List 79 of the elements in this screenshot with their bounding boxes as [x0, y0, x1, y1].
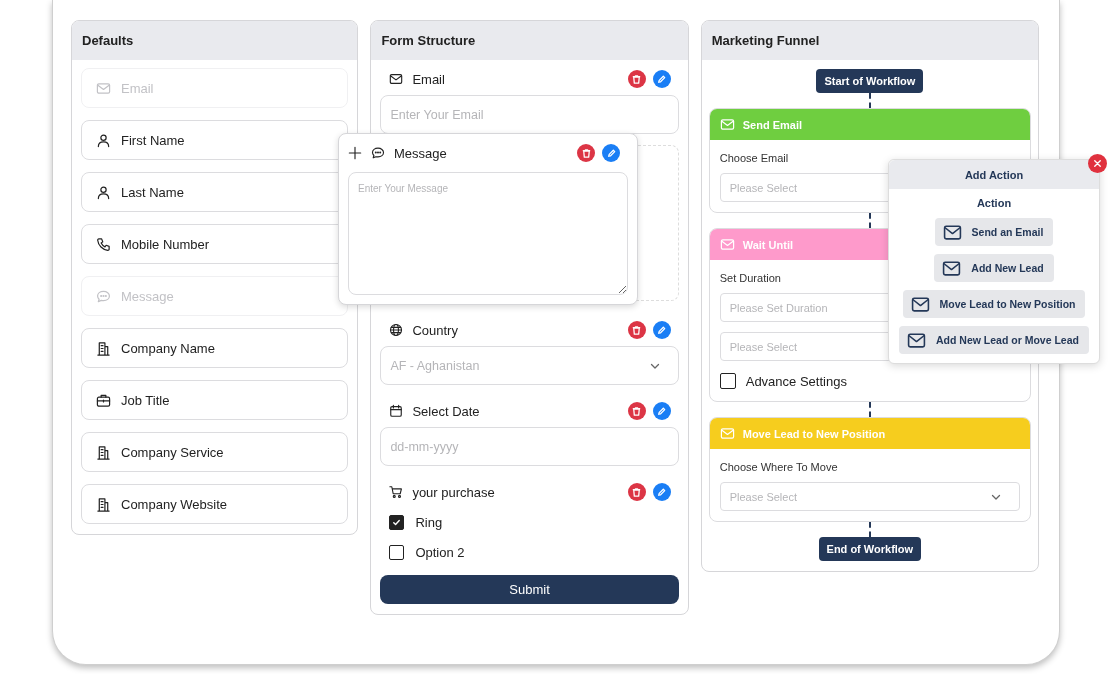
edit-button[interactable] — [602, 144, 620, 162]
step-title: Wait Until — [742, 238, 794, 251]
input-field[interactable]: Enter Your Email — [380, 95, 679, 134]
mail-icon — [719, 117, 735, 132]
workflow-end-badge: End of Workflow — [818, 537, 922, 561]
panel-title: Form Structure — [381, 33, 476, 48]
close-icon — [1092, 158, 1103, 169]
chat-icon — [371, 146, 385, 160]
field-label: Set Duration — [719, 272, 782, 284]
mail-icon — [942, 223, 962, 241]
field-label: Message — [394, 145, 448, 161]
person-icon — [96, 132, 111, 148]
field-item[interactable]: Company Service — [81, 432, 349, 472]
mail-icon — [910, 295, 930, 313]
checkbox[interactable] — [719, 373, 736, 389]
workflow-start-badge: Start of Workflow — [816, 69, 924, 93]
building-icon — [96, 444, 111, 460]
pencil-icon — [656, 405, 668, 417]
building-icon — [96, 496, 111, 512]
delete-button[interactable] — [577, 144, 595, 162]
field-item[interactable]: Company Name — [81, 328, 349, 368]
panel-title: Defaults — [82, 33, 134, 48]
chat-icon — [96, 288, 111, 304]
action-button[interactable]: Send an Email — [934, 218, 1054, 246]
pencil-icon — [656, 324, 668, 336]
briefcase-icon — [96, 392, 111, 408]
field-item[interactable]: Company Website — [81, 484, 349, 524]
input-field[interactable]: dd-mm-yyyy — [380, 427, 679, 466]
mail-icon — [719, 237, 735, 252]
edit-button[interactable] — [652, 483, 671, 501]
trash-icon — [631, 324, 643, 336]
dragged-field-dialog[interactable]: Message Enter Your Message — [338, 133, 638, 305]
edit-button[interactable] — [652, 402, 671, 420]
delete-button[interactable] — [627, 402, 646, 420]
delete-button[interactable] — [627, 483, 646, 501]
action-button[interactable]: Add New Lead or Move Lead — [899, 326, 1089, 354]
field-label: Choose Email — [719, 152, 790, 164]
edit-button[interactable] — [652, 70, 671, 88]
cart-icon — [389, 485, 404, 499]
action-button[interactable]: Move Lead to New Position — [902, 290, 1086, 318]
message-textarea[interactable]: Enter Your Message — [348, 172, 628, 295]
edit-button[interactable] — [652, 321, 671, 339]
step-title: Send Email — [742, 118, 802, 131]
field-label: Select Date — [412, 403, 481, 419]
mail-icon — [907, 331, 926, 349]
pencil-icon — [605, 147, 617, 159]
checkbox[interactable] — [389, 514, 405, 530]
option-label: Ring — [415, 514, 443, 530]
action-button[interactable]: Add New Lead — [934, 254, 1054, 282]
submit-button[interactable]: Submit — [380, 575, 679, 604]
person-icon — [96, 184, 111, 200]
mail-icon — [719, 426, 735, 441]
trash-icon — [580, 147, 592, 159]
panel-title: Marketing Funnel — [711, 33, 820, 48]
trash-icon — [631, 405, 643, 417]
globe-icon — [389, 323, 404, 337]
close-button[interactable] — [1088, 154, 1107, 173]
field-item[interactable]: Job Title — [81, 380, 349, 420]
mail-icon — [96, 80, 111, 96]
pencil-icon — [656, 73, 668, 85]
move-icon — [348, 146, 362, 160]
checkbox[interactable] — [389, 544, 405, 560]
mail-icon — [389, 72, 404, 86]
mail-icon — [942, 259, 962, 277]
trash-icon — [631, 486, 643, 498]
phone-icon — [96, 236, 111, 252]
field-label: Choose Where To Move — [719, 461, 839, 473]
field-label: Email — [412, 71, 446, 87]
delete-button[interactable] — [627, 321, 646, 339]
trash-icon — [631, 73, 643, 85]
delete-button[interactable] — [627, 70, 646, 88]
field-label: your purchase — [412, 484, 496, 500]
checkbox-label: Advance Settings — [745, 373, 847, 389]
building-icon — [96, 340, 111, 356]
step-title: Move Lead to New Position — [742, 427, 886, 440]
field-label: Country — [412, 322, 459, 338]
calendar-icon — [389, 404, 404, 418]
option-label: Option 2 — [415, 544, 465, 560]
pencil-icon — [656, 486, 668, 498]
